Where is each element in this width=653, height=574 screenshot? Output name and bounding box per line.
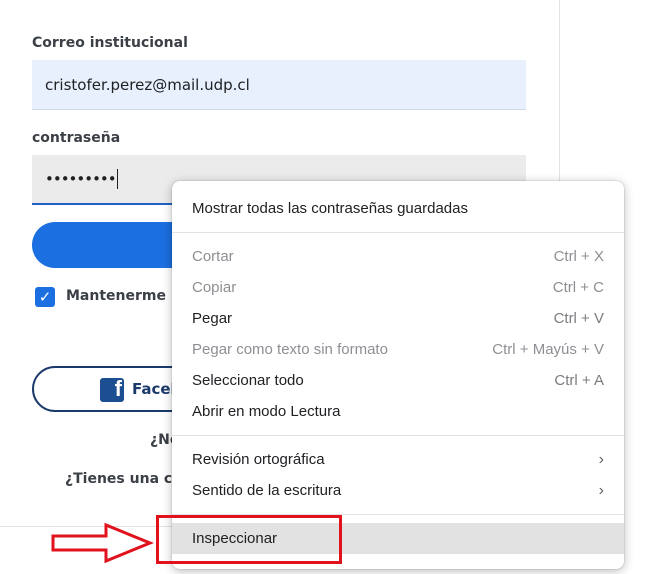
menu-item-label: Seleccionar todo [192,372,304,389]
email-value: cristofer.perez@mail.udp.cl [45,75,250,94]
menu-item-show-passwords[interactable]: Mostrar todas las contraseñas guardadas [172,193,624,224]
menu-shortcut: Ctrl + V [553,310,604,327]
menu-item-copy: Copiar Ctrl + C [172,272,624,303]
menu-shortcut: Ctrl + X [553,248,604,265]
facebook-icon: f [100,376,124,402]
menu-item-cut: Cortar Ctrl + X [172,241,624,272]
menu-shortcut: Ctrl + A [554,372,604,389]
menu-item-label: Mostrar todas las contraseñas guardadas [192,200,468,217]
menu-item-reading-mode[interactable]: Abrir en modo Lectura [172,396,624,427]
menu-item-label: Copiar [192,279,237,296]
menu-separator [172,435,624,436]
chevron-right-icon: › [598,481,604,499]
create-account-text: ¿Tienes una cu [65,471,183,487]
email-label: Correo institucional [32,35,188,51]
email-field[interactable]: cristofer.perez@mail.udp.cl [32,60,526,110]
menu-shortcut: Ctrl + Mayús + V [492,341,604,358]
highlight-box [156,515,342,564]
password-label: contraseña [32,130,121,146]
check-icon[interactable]: ✓ [35,287,55,307]
menu-item-label: Revisión ortográfica [192,451,325,468]
menu-item-label: Pegar [192,310,233,327]
menu-item-paste[interactable]: Pegar Ctrl + V [172,303,624,334]
password-value: ••••••••• [45,170,117,188]
menu-item-label: Sentido de la escritura [192,482,342,499]
menu-item-paste-plain: Pegar como texto sin formato Ctrl + Mayú… [172,334,624,365]
menu-item-writing-direction[interactable]: Sentido de la escritura › [172,475,624,506]
text-caret [116,169,118,189]
menu-item-label: Cortar [192,248,234,265]
menu-separator [172,232,624,233]
menu-item-label: Abrir en modo Lectura [192,403,341,420]
remember-me-label: Mantenerme re [66,288,188,304]
red-arrow-icon [51,522,154,564]
menu-shortcut: Ctrl + C [552,279,604,296]
context-menu: Mostrar todas las contraseñas guardadas … [172,181,624,569]
menu-item-select-all[interactable]: Seleccionar todo Ctrl + A [172,365,624,396]
chevron-right-icon: › [598,450,604,468]
menu-item-label: Pegar como texto sin formato [192,341,388,358]
menu-item-spellcheck[interactable]: Revisión ortográfica › [172,444,624,475]
